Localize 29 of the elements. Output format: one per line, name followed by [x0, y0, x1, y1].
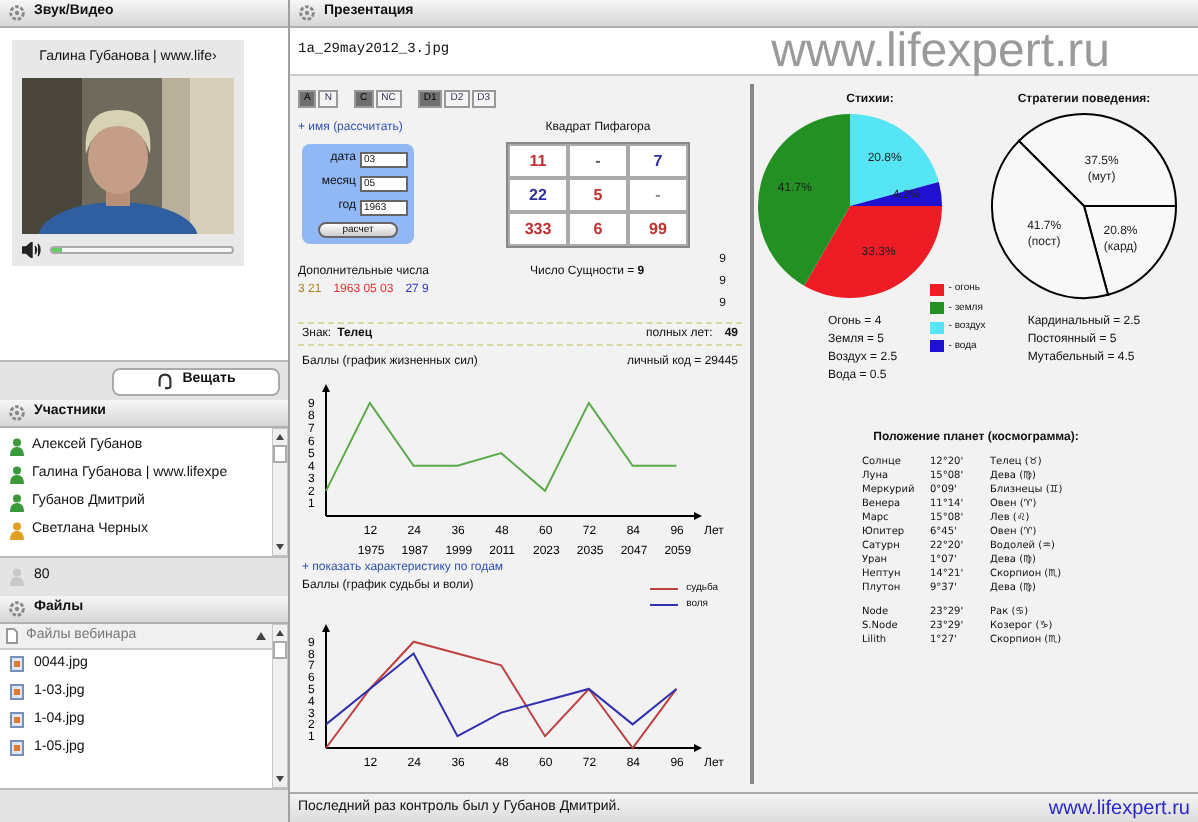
legend-line-icon: [650, 601, 679, 608]
file-icon: [6, 628, 18, 644]
square-number: 5: [593, 187, 603, 203]
gear-icon[interactable]: [8, 404, 26, 422]
square-number: 99: [649, 221, 667, 237]
site-link[interactable]: www.lifexpert.ru: [1048, 793, 1190, 822]
scrollbar[interactable]: [272, 624, 288, 788]
speaker-icon[interactable]: [22, 241, 42, 257]
gear-icon[interactable]: [298, 4, 316, 22]
scrollbar[interactable]: [272, 428, 288, 556]
volume-slider[interactable]: [50, 245, 234, 253]
gear-icon[interactable]: [8, 600, 26, 618]
square-number: 11: [529, 153, 547, 169]
legend-line-icon: [650, 586, 679, 593]
square-number: 22: [529, 187, 547, 203]
sort-icon: [256, 632, 266, 640]
square-number: -: [655, 187, 661, 203]
square-number: 7: [653, 153, 663, 169]
gear-icon[interactable]: [8, 4, 26, 22]
legend-swatch: [930, 321, 945, 334]
person-icon: [10, 568, 24, 586]
legend-swatch: [930, 283, 945, 296]
legend-swatch: [930, 340, 945, 353]
square-number: 6: [593, 221, 603, 237]
site-address: www.lifexpert.ru: [771, 27, 1112, 75]
headset-icon: [156, 372, 175, 390]
square-number: -: [595, 153, 601, 169]
legend-swatch: [930, 302, 945, 315]
square-number: 333: [524, 221, 552, 237]
